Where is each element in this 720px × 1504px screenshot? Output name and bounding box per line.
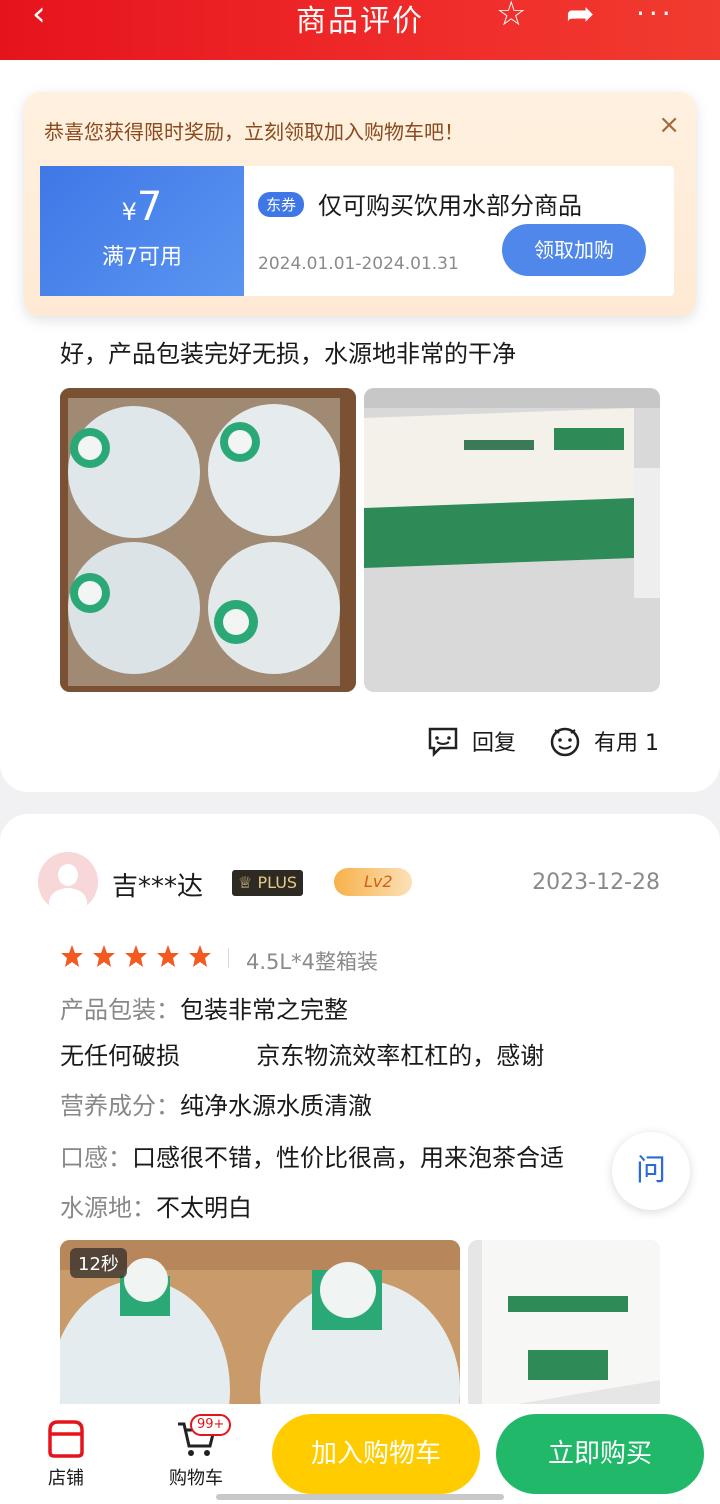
- review-text: 好，产品包装完好无损，水源地非常的干净: [60, 340, 516, 368]
- page-title: 商品评价: [296, 4, 424, 39]
- review-line-extra: 无任何破损 京东物流效率杠杠的，感谢: [60, 1042, 545, 1070]
- coupon-card: ¥7 满7可用 东券 仅可购买饮用水部分商品 2024.01.01-2024.0…: [40, 166, 674, 296]
- review-photo-1[interactable]: [60, 388, 356, 692]
- username: 吉***达: [112, 872, 204, 902]
- shop-button[interactable]: 店铺: [40, 1416, 92, 1490]
- more-icon[interactable]: ···: [636, 0, 675, 34]
- coupon-tag: 东券: [258, 192, 305, 217]
- ask-button[interactable]: 问: [612, 1132, 690, 1210]
- review-card-2: 吉***达 ♕ PLUS Lv2 2023-12-28 4.5L*4整箱装 产品…: [0, 814, 720, 1504]
- star-filled-icon: [125, 945, 147, 967]
- share-icon[interactable]: ➦: [566, 0, 595, 34]
- shop-label: 店铺: [48, 1468, 84, 1489]
- thumbs-face-icon: [550, 727, 580, 757]
- star-filled-icon: [189, 945, 211, 967]
- rating-stars: [60, 944, 212, 968]
- close-icon[interactable]: ×: [658, 112, 680, 138]
- review-photo-2[interactable]: [364, 388, 660, 692]
- coupon-amount: 7: [136, 184, 163, 230]
- plus-badge: ♕ PLUS: [232, 870, 304, 896]
- coupon-popup: 恭喜您获得限时奖励，立刻领取加入购物车吧！ × ¥7 满7可用 东券 仅可购买饮…: [24, 92, 696, 316]
- coupon-value-block: ¥7 满7可用: [40, 166, 244, 296]
- star-filled-icon: [93, 945, 115, 967]
- comment-icon: [428, 727, 458, 758]
- add-to-cart-button[interactable]: 加入购物车: [272, 1414, 480, 1494]
- reply-label: 回复: [472, 731, 517, 756]
- review-line-source: 水源地：不太明白: [60, 1194, 252, 1222]
- avatar[interactable]: [38, 852, 98, 912]
- review-photo-3[interactable]: [468, 1240, 660, 1410]
- star-icon[interactable]: ☆: [496, 0, 526, 34]
- top-nav-bar: ‹ 商品评价 ☆ ➦ ···: [0, 0, 720, 60]
- star-filled-icon: [61, 945, 83, 967]
- coupon-validity: 2024.01.01-2024.01.31: [258, 254, 459, 274]
- product-spec: 4.5L*4整箱装: [246, 950, 378, 974]
- review-date: 2023-12-28: [532, 870, 660, 895]
- shop-icon: [48, 1420, 84, 1458]
- useful-label: 有用 1: [594, 731, 659, 756]
- video-duration-badge: 12秒: [70, 1248, 127, 1278]
- reply-button[interactable]: 回复: [426, 724, 516, 758]
- currency-symbol: ¥: [121, 198, 137, 226]
- cart-count-badge: 99+: [190, 1414, 232, 1436]
- useful-button[interactable]: 有用 1: [548, 724, 659, 758]
- coupon-condition: 满7可用: [102, 245, 182, 270]
- coupon-description: 仅可购买饮用水部分商品: [318, 192, 582, 220]
- star-filled-icon: [157, 945, 179, 967]
- level-badge: Lv2: [334, 868, 412, 896]
- bottom-action-bar: 店铺 购物车 99+ 加入购物车 立即购买: [0, 1404, 720, 1504]
- review-line-packaging: 产品包装：包装非常之完整: [60, 996, 348, 1024]
- divider: [228, 948, 229, 968]
- buy-now-button[interactable]: 立即购买: [496, 1414, 704, 1494]
- cart-label: 购物车: [169, 1468, 223, 1489]
- coupon-tip: 恭喜您获得限时奖励，立刻领取加入购物车吧！: [44, 120, 464, 144]
- claim-coupon-button[interactable]: 领取加购: [502, 224, 646, 276]
- review-line-taste: 口感：口感很不错，性价比很高，用来泡茶合适: [60, 1144, 564, 1172]
- review-line-nutrition: 营养成分：纯净水源水质清澈: [60, 1092, 372, 1120]
- home-indicator: [216, 1494, 504, 1500]
- crown-icon: ♕: [238, 873, 258, 892]
